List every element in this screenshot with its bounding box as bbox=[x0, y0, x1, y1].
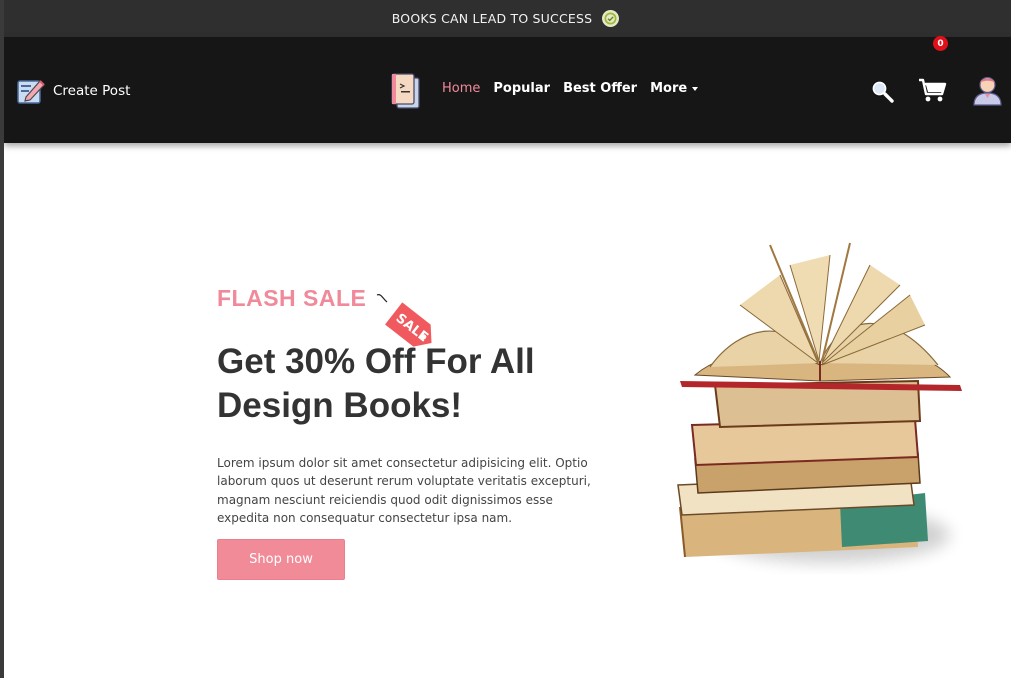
chevron-down-icon bbox=[692, 86, 699, 91]
main-menu: Home Popular Best Offer More bbox=[442, 81, 699, 96]
user-account-button[interactable] bbox=[972, 74, 1003, 106]
announcement-text: BOOKS CAN LEAD TO SUCCESS bbox=[391, 11, 593, 26]
announcement-bar: BOOKS CAN LEAD TO SUCCESS bbox=[0, 0, 1011, 37]
create-post-button[interactable]: Create Post bbox=[16, 77, 130, 105]
menu-item-home[interactable]: Home bbox=[442, 81, 480, 96]
main-navbar: Create Post Home Popular Best Offer More bbox=[4, 37, 1011, 143]
menu-item-best-offer[interactable]: Best Offer bbox=[563, 81, 637, 96]
hero-headline-line-2: Design Books! bbox=[217, 386, 463, 425]
books-illustration bbox=[670, 235, 975, 580]
hero-headline: Get 30% Off For All Design Books! bbox=[217, 340, 637, 428]
book-logo-icon[interactable] bbox=[389, 72, 421, 110]
create-post-label: Create Post bbox=[53, 83, 131, 99]
cart-icon bbox=[919, 78, 947, 102]
hero-description: Lorem ipsum dolor sit amet consectetur a… bbox=[217, 456, 591, 525]
menu-item-more[interactable]: More bbox=[650, 81, 699, 96]
search-icon bbox=[871, 80, 894, 103]
search-button[interactable] bbox=[870, 79, 894, 103]
cart-count-badge: 0 bbox=[933, 36, 948, 51]
check-badge-icon bbox=[602, 10, 620, 27]
window-edge bbox=[0, 0, 4, 678]
page: BOOKS CAN LEAD TO SUCCESS Create Post Ho… bbox=[0, 0, 1011, 678]
shop-now-button[interactable]: Shop now bbox=[217, 539, 345, 580]
menu-item-popular[interactable]: Popular bbox=[493, 81, 550, 96]
user-avatar-icon bbox=[973, 76, 1002, 106]
hero-headline-line-1: Get 30% Off For All bbox=[217, 342, 535, 381]
menu-item-more-label: More bbox=[650, 81, 688, 96]
cart-button[interactable] bbox=[918, 76, 948, 104]
edit-document-icon bbox=[16, 77, 46, 105]
